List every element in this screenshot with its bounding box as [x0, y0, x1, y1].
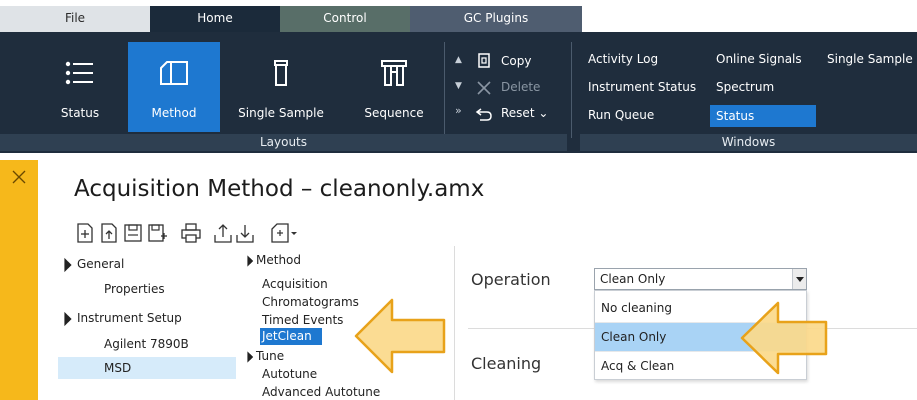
run-queue-window[interactable]: Run Queue [588, 104, 654, 126]
method-menu-icon[interactable] [270, 222, 300, 244]
dropdown-arrow-icon[interactable] [792, 269, 806, 289]
copy-icon [475, 53, 493, 71]
callout-arrow-icon [354, 298, 446, 374]
tree-item-advanced-autotune[interactable]: Advanced Autotune [262, 381, 380, 400]
ribbon-separator [444, 42, 445, 138]
option-clean-only[interactable]: Clean Only [595, 323, 806, 351]
layouts-group-label: Layouts [0, 134, 567, 151]
print-icon[interactable] [180, 222, 202, 244]
activity-log-window[interactable]: Activity Log [588, 48, 658, 70]
panel-divider [454, 246, 455, 400]
delete-button[interactable]: ▼ Delete [449, 76, 561, 100]
single-sample-window[interactable]: Single Sample [827, 48, 913, 70]
ribbon: Status Method Single Sample Sequence ▲ C… [0, 32, 917, 153]
sequence-layout-label: Sequence [364, 106, 424, 120]
tab-home[interactable]: Home [150, 6, 280, 32]
list-icon [65, 60, 95, 89]
new-file-icon[interactable] [74, 222, 96, 244]
open-file-icon[interactable] [98, 222, 120, 244]
collapse-triangle-icon[interactable] [57, 257, 72, 272]
collapse-triangle-icon[interactable] [57, 311, 72, 326]
cleaning-label: Cleaning [471, 354, 542, 373]
chevron-up-icon[interactable]: ▲ [455, 55, 462, 65]
tab-file[interactable]: File [0, 6, 150, 32]
side-panel-strip [0, 160, 38, 400]
import-icon[interactable] [234, 222, 256, 244]
reset-text: Reset [501, 106, 535, 120]
spectrum-window[interactable]: Spectrum [716, 76, 774, 98]
expand-icon[interactable]: » [455, 104, 462, 117]
tree-item-jetclean[interactable]: JetClean [260, 328, 322, 345]
option-acq-and-clean[interactable]: Acq & Clean [595, 352, 806, 380]
sequence-layout-button[interactable]: Sequence [354, 42, 434, 132]
tab-gc-plugins[interactable]: GC Plugins [410, 6, 582, 32]
operation-select-value: Clean Only [600, 272, 666, 286]
tree-item-label: Instrument Setup [77, 311, 182, 325]
tree-item-agilent-7890b[interactable]: Agilent 7890B [104, 333, 189, 355]
tree-item-method[interactable]: Method [241, 249, 302, 271]
method-icon [159, 60, 189, 89]
page-title: Acquisition Method – cleanonly.amx [74, 176, 485, 202]
tree-item-instrument-setup[interactable]: Instrument Setup [57, 307, 182, 329]
method-layout-button[interactable]: Method [128, 42, 220, 132]
instrument-status-window[interactable]: Instrument Status [588, 76, 696, 98]
tree-item-label: Tune [256, 349, 285, 363]
online-signals-window[interactable]: Online Signals [716, 48, 802, 70]
option-no-cleaning[interactable]: No cleaning [595, 294, 806, 322]
copy-button[interactable]: ▲ Copy [449, 50, 561, 74]
operation-label: Operation [471, 270, 551, 289]
collapse-triangle-icon[interactable] [241, 254, 254, 267]
tab-control[interactable]: Control [280, 6, 410, 32]
export-icon[interactable] [212, 222, 234, 244]
single-sample-layout-button[interactable]: Single Sample [228, 42, 334, 132]
vial-rack-icon [381, 60, 407, 89]
windows-group-label: Windows [580, 134, 917, 151]
caret-down-icon: ⌄ [538, 106, 549, 120]
undo-icon [475, 105, 493, 123]
method-layout-label: Method [151, 106, 197, 120]
close-icon [475, 79, 493, 97]
status-window[interactable]: Status [710, 105, 816, 127]
reset-label: Reset ⌄ [501, 106, 548, 120]
status-layout-button[interactable]: Status [40, 42, 120, 132]
chevron-down-icon[interactable]: ▼ [455, 81, 462, 91]
tree-item-msd[interactable]: MSD [58, 357, 236, 379]
tree-item-label: Method [256, 253, 302, 267]
tree-item-general[interactable]: General [57, 253, 125, 275]
copy-label: Copy [501, 54, 532, 68]
tree-item-label: General [77, 257, 125, 271]
operation-dropdown-list: No cleaning Clean Only Acq & Clean [594, 290, 807, 380]
save-as-icon[interactable] [146, 222, 168, 244]
ribbon-tabs: File Home Control GC Plugins [0, 0, 917, 32]
single-sample-layout-label: Single Sample [238, 106, 324, 120]
tree-item-properties[interactable]: Properties [104, 278, 165, 300]
reset-button[interactable]: » Reset ⌄ [449, 102, 561, 126]
close-icon[interactable] [10, 168, 28, 186]
delete-label: Delete [501, 80, 541, 94]
collapse-triangle-icon[interactable] [241, 350, 254, 363]
status-layout-label: Status [60, 106, 100, 120]
operation-select[interactable]: Clean Only [594, 268, 807, 290]
vial-icon [272, 60, 290, 89]
ribbon-separator [571, 42, 572, 138]
save-icon[interactable] [122, 222, 144, 244]
